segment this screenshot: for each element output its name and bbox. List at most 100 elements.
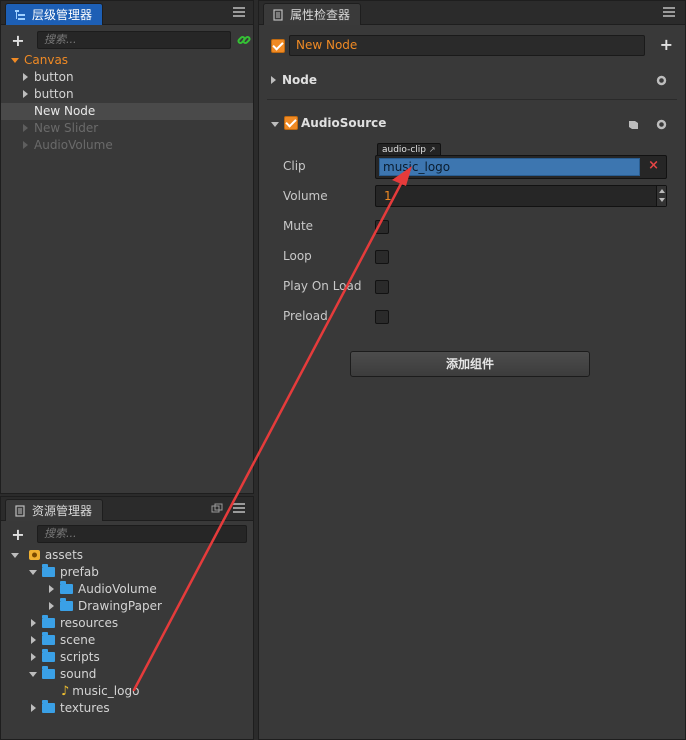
volume-spinner[interactable] xyxy=(656,186,666,206)
tab-hierarchy[interactable]: 层级管理器 xyxy=(5,3,104,25)
inspector-menu-icon[interactable] xyxy=(663,7,675,17)
create-asset-button[interactable]: + xyxy=(7,525,29,544)
asset-item-label: resources xyxy=(60,616,119,630)
clip-label: Clip xyxy=(283,159,306,173)
asset-item-scripts[interactable]: scripts xyxy=(31,649,100,666)
clip-field[interactable]: music_logo × xyxy=(375,155,667,179)
collapse-arrow-icon[interactable] xyxy=(271,76,276,84)
collapse-arrow-icon[interactable] xyxy=(23,73,28,81)
asset-item-scene[interactable]: scene xyxy=(31,632,95,649)
collapse-arrow-icon[interactable] xyxy=(31,636,36,644)
preload-checkbox[interactable] xyxy=(375,310,389,324)
popout-icon[interactable] xyxy=(211,503,223,513)
audio-note-icon: ♪ xyxy=(61,684,70,699)
collapse-arrow-icon[interactable] xyxy=(49,585,54,593)
expand-arrow-icon[interactable] xyxy=(29,570,37,575)
external-link-icon[interactable]: ↗ xyxy=(429,145,436,154)
collapse-arrow-icon[interactable] xyxy=(23,141,28,149)
hierarchy-item-button-1[interactable]: button xyxy=(23,69,74,86)
node-section-label: Node xyxy=(282,73,318,87)
collapse-arrow-icon[interactable] xyxy=(23,90,28,98)
asset-item-prefab[interactable]: prefab xyxy=(29,564,99,581)
audiosource-enabled-checkbox[interactable] xyxy=(284,116,298,130)
hierarchy-item-canvas[interactable]: Canvas xyxy=(11,52,68,69)
volume-label: Volume xyxy=(283,189,328,203)
asset-item-label: assets xyxy=(44,548,84,562)
add-button[interactable]: + xyxy=(660,35,673,54)
prefab-icon xyxy=(60,598,73,611)
folder-icon xyxy=(42,666,55,679)
asset-item-label: prefab xyxy=(60,565,99,579)
hierarchy-search-input[interactable]: 搜索... xyxy=(37,31,231,49)
inspector-panel: 属性检查器 New Node + Node AudioSource Clip a… xyxy=(258,0,686,740)
folder-icon xyxy=(42,632,55,645)
assets-menu-icon[interactable] xyxy=(233,503,245,513)
node-section-header[interactable]: Node xyxy=(267,67,677,93)
hierarchy-item-new-node[interactable]: New Node xyxy=(34,103,95,120)
hierarchy-icon xyxy=(15,9,25,20)
node-name-input[interactable]: New Node xyxy=(289,35,645,56)
asset-item-label: DrawingPaper xyxy=(78,599,162,613)
collapse-arrow-icon[interactable] xyxy=(49,602,54,610)
clip-value: music_logo xyxy=(379,158,640,176)
hierarchy-item-label: New Node xyxy=(34,104,96,118)
audio-clip-badge-label: audio-clip xyxy=(382,145,427,155)
hierarchy-menu-icon[interactable] xyxy=(233,7,245,17)
asset-item-music-logo[interactable]: ♪ music_logo xyxy=(61,683,139,700)
tab-inspector-label: 属性检查器 xyxy=(290,8,351,22)
assets-icon xyxy=(15,504,25,517)
volume-value: 1 xyxy=(384,189,392,203)
asset-item-label: scene xyxy=(60,633,96,647)
assets-db-icon xyxy=(28,550,40,560)
assets-panel: 资源管理器 + 搜索... assets prefab AudioVolume … xyxy=(0,496,254,740)
loop-checkbox[interactable] xyxy=(375,250,389,264)
play-on-load-label: Play On Load xyxy=(283,279,362,293)
add-node-button[interactable]: + xyxy=(7,31,29,50)
collapse-arrow-icon[interactable] xyxy=(23,124,28,132)
assets-search-input[interactable]: 搜索... xyxy=(37,525,247,543)
asset-item-resources[interactable]: resources xyxy=(31,615,118,632)
clear-clip-button[interactable]: × xyxy=(648,158,659,173)
expand-arrow-icon[interactable] xyxy=(11,58,19,63)
expand-arrow-icon[interactable] xyxy=(29,672,37,677)
collapse-arrow-icon[interactable] xyxy=(31,619,36,627)
add-component-button[interactable]: 添加组件 xyxy=(350,351,590,377)
asset-item-label: textures xyxy=(60,701,110,715)
gear-icon[interactable] xyxy=(656,75,667,86)
tab-hierarchy-label: 层级管理器 xyxy=(32,8,93,22)
asset-item-textures[interactable]: textures xyxy=(31,700,110,717)
hierarchy-toolbar: + 搜索... xyxy=(1,27,253,53)
hierarchy-item-button-2[interactable]: button xyxy=(23,86,74,103)
mute-checkbox[interactable] xyxy=(375,220,389,234)
asset-item-assets[interactable]: assets xyxy=(11,547,83,564)
asset-item-label: AudioVolume xyxy=(78,582,157,596)
asset-item-sound[interactable]: sound xyxy=(29,666,96,683)
collapse-arrow-icon[interactable] xyxy=(31,704,36,712)
hierarchy-tabbar: 层级管理器 xyxy=(1,1,253,25)
tab-assets-label: 资源管理器 xyxy=(32,504,93,518)
node-active-checkbox[interactable] xyxy=(271,39,285,53)
link-icon[interactable] xyxy=(237,33,251,47)
collapse-arrow-icon[interactable] xyxy=(31,653,36,661)
folder-icon xyxy=(42,615,55,628)
hierarchy-item-audiovolume[interactable]: AudioVolume xyxy=(23,137,113,154)
play-on-load-checkbox[interactable] xyxy=(375,280,389,294)
loop-label: Loop xyxy=(283,249,312,263)
expand-arrow-icon[interactable] xyxy=(11,553,19,558)
audiosource-title: AudioSource xyxy=(301,116,387,130)
asset-item-audiovolume[interactable]: AudioVolume xyxy=(49,581,157,598)
hierarchy-item-new-slider[interactable]: New Slider xyxy=(23,120,98,137)
asset-item-label: scripts xyxy=(60,650,100,664)
divider xyxy=(267,99,677,100)
tab-inspector[interactable]: 属性检查器 xyxy=(263,3,362,25)
hierarchy-item-label: AudioVolume xyxy=(34,138,113,152)
book-icon[interactable] xyxy=(628,120,639,130)
asset-item-drawingpaper[interactable]: DrawingPaper xyxy=(49,598,162,615)
asset-item-label: sound xyxy=(60,667,97,681)
expand-arrow-icon[interactable] xyxy=(271,121,279,127)
gear-icon[interactable] xyxy=(656,119,667,130)
folder-icon xyxy=(42,700,55,713)
tab-assets[interactable]: 资源管理器 xyxy=(5,499,104,521)
hierarchy-item-label: New Slider xyxy=(34,121,99,135)
volume-input[interactable]: 1 xyxy=(375,185,667,207)
